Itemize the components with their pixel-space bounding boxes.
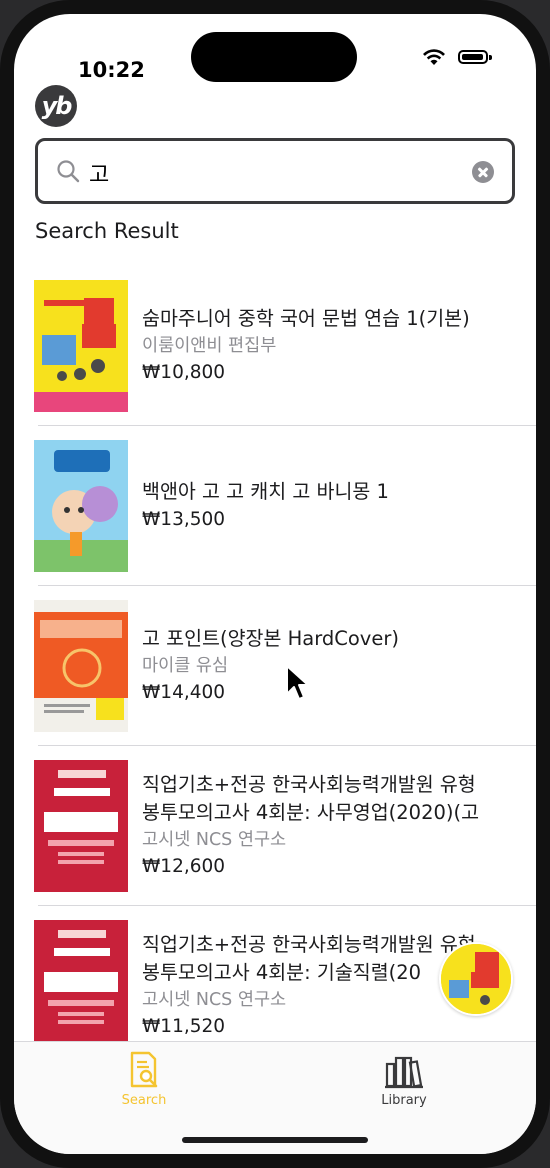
search-book-icon [130, 1051, 158, 1088]
book-title-line-2: 봉투모의고사 4회분: 사무영업(2020)(고 [142, 801, 480, 824]
book-price: ₩14,400 [142, 682, 226, 703]
list-item[interactable]: 백앤아 고 고 캐치 고 바니몽 1 ₩13,500 [14, 426, 536, 586]
section-title: Search Result [35, 219, 179, 243]
search-query-text[interactable]: 고 [89, 157, 109, 189]
book-price: ₩10,800 [142, 362, 226, 383]
status-bar: 10:22 [14, 14, 536, 82]
search-icon [57, 160, 80, 183]
book-title: 백앤아 고 고 캐치 고 바니몽 1 [142, 480, 389, 503]
book-cover [34, 760, 128, 892]
book-author: 고시넷 NCS 연구소 [142, 830, 287, 850]
search-input[interactable]: 고 [35, 138, 515, 204]
book-price: ₩11,520 [142, 1016, 226, 1037]
app-logo: yb [35, 85, 77, 127]
dynamic-island [191, 32, 357, 82]
book-cover [34, 600, 128, 732]
book-meta: 직업기초+전공 한국사회능력개발원 유형 봉투모의고사 4회분: 사무영업(20… [142, 746, 528, 906]
book-price: ₩12,600 [142, 856, 226, 877]
wifi-icon [423, 49, 445, 65]
book-title: 고 포인트(양장본 HardCover) [142, 627, 399, 650]
book-cover [34, 280, 128, 412]
tab-library[interactable]: Library [344, 1050, 464, 1108]
tab-search-label: Search [121, 1093, 167, 1108]
book-cover [34, 920, 128, 1042]
book-price: ₩13,500 [142, 509, 226, 530]
clear-search-icon[interactable] [472, 161, 494, 183]
book-author: 마이클 유심 [142, 656, 229, 676]
battery-icon [458, 50, 492, 64]
book-title: 숨마주니어 중학 국어 문법 연습 1(기본) [142, 307, 470, 330]
book-meta: 백앤아 고 고 캐치 고 바니몽 1 ₩13,500 [142, 426, 528, 586]
list-item[interactable]: 고 포인트(양장본 HardCover) 마이클 유심 ₩14,400 [14, 586, 536, 746]
book-meta: 고 포인트(양장본 HardCover) 마이클 유심 ₩14,400 [142, 586, 528, 746]
screen: 10:22 yb 고 Search Result 숨마주니어 중학 국어 문법 … [0, 0, 550, 1168]
list-item[interactable]: 숨마주니어 중학 국어 문법 연습 1(기본) 이룸이앤비 편집부 ₩10,80… [14, 266, 536, 426]
floating-book-thumbnail[interactable] [439, 942, 513, 1016]
book-cover [34, 440, 128, 572]
results-list[interactable]: 숨마주니어 중학 국어 문법 연습 1(기본) 이룸이앤비 편집부 ₩10,80… [14, 266, 536, 1042]
library-icon [385, 1056, 423, 1089]
home-indicator[interactable] [182, 1137, 368, 1143]
book-meta: 숨마주니어 중학 국어 문법 연습 1(기본) 이룸이앤비 편집부 ₩10,80… [142, 266, 528, 426]
tab-bar: Search Library [14, 1041, 536, 1154]
status-time: 10:22 [78, 58, 145, 82]
tab-library-label: Library [381, 1093, 427, 1108]
book-author: 이룸이앤비 편집부 [142, 336, 277, 356]
book-title-line-1: 직업기초+전공 한국사회능력개발원 유형 [142, 773, 476, 796]
tab-search[interactable]: Search [84, 1050, 204, 1108]
list-item[interactable]: 직업기초+전공 한국사회능력개발원 유형 봉투모의고사 4회분: 사무영업(20… [14, 746, 536, 906]
mouse-pointer-icon [286, 665, 309, 700]
